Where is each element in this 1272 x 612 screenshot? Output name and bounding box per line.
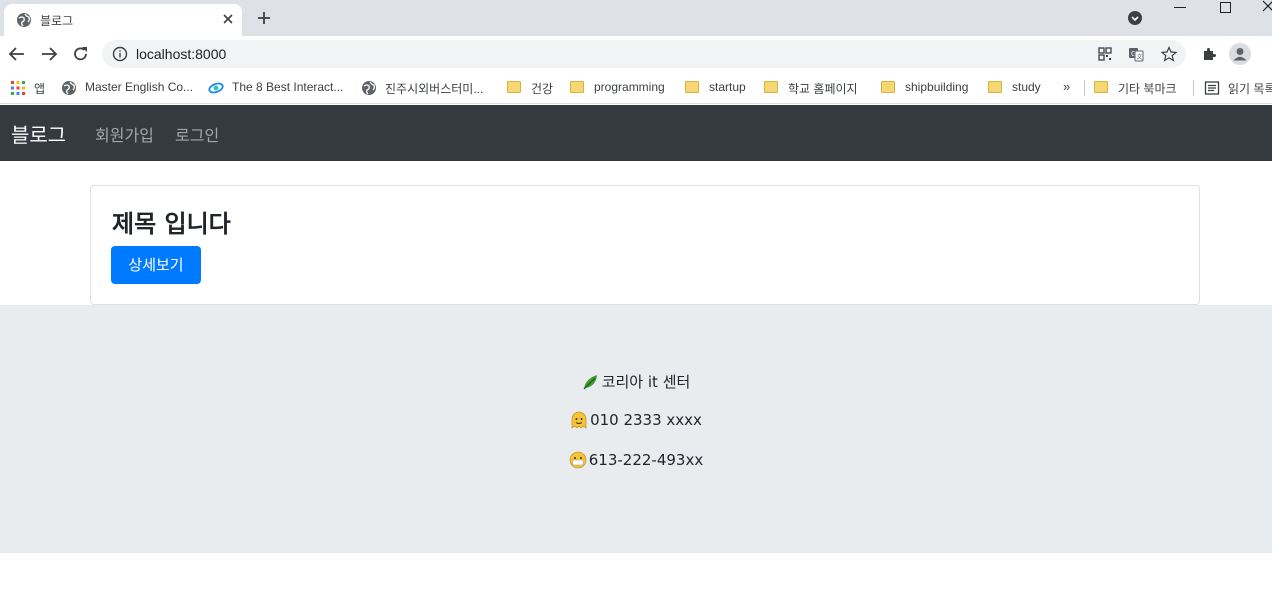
bookmark-label: The 8 Best Interact...: [232, 80, 344, 94]
apps-grid-icon: [11, 81, 25, 95]
bookmark-label: 진주시외버스터미...: [385, 82, 484, 96]
site-footer: 코리아 it 센터 010 2333 xxxx 613-222-493xx: [0, 305, 1272, 553]
mask-face-icon: [569, 451, 587, 469]
site-navbar: 블로그 회원가입 로그인: [0, 105, 1272, 161]
bookmark-label: programming: [594, 80, 665, 94]
bookmark-label: Master English Co...: [85, 80, 194, 94]
site-info-icon[interactable]: [112, 46, 128, 62]
globe-icon: [362, 81, 376, 95]
folder-icon: [764, 81, 778, 93]
bookmark-label: 읽기 목록: [1228, 82, 1272, 96]
bookmark-star-icon[interactable]: [1161, 46, 1177, 62]
reload-icon[interactable]: [72, 45, 90, 63]
post-card: 제목 입니다 상세보기: [90, 185, 1200, 305]
url-text: localhost:8000: [136, 46, 227, 62]
bookmarks-bar: 앱 Master English Co... The 8 Best Intera…: [0, 72, 1272, 104]
profile-avatar[interactable]: [1229, 43, 1251, 65]
ghost-face-icon: [571, 411, 587, 429]
extensions-icon[interactable]: [1201, 46, 1217, 62]
window-close-icon[interactable]: [1262, 0, 1272, 14]
nav-link-login[interactable]: 로그인: [175, 122, 219, 146]
tab-title: 블로그: [40, 14, 74, 28]
bookmark-separator: [1084, 80, 1085, 96]
folder-icon: [507, 81, 521, 93]
bookmark-separator: [1193, 80, 1194, 96]
browser-toolbar: localhost:8000 G文: [0, 36, 1272, 72]
tab-strip: 블로그: [0, 0, 1272, 36]
post-title: 제목 입니다: [112, 210, 231, 238]
footer-phone: 010 2333 xxxx: [590, 411, 702, 429]
address-bar[interactable]: localhost:8000 G文: [102, 40, 1186, 68]
close-tab-icon[interactable]: [220, 11, 236, 27]
bookmark-label: study: [1012, 80, 1041, 94]
bookmark-label: 앱: [34, 82, 46, 96]
bookmark-label: 건강: [531, 82, 554, 96]
footer-company: 코리아 it 센터: [601, 373, 691, 391]
bookmark-label: shipbuilding: [905, 80, 969, 94]
new-tab-icon[interactable]: [256, 10, 272, 26]
globe-icon: [62, 81, 76, 95]
site-icon: [208, 82, 224, 94]
footer-fax: 613-222-493xx: [588, 451, 704, 469]
footer-phone-line: 010 2333 xxxx: [0, 411, 1272, 429]
folder-icon: [570, 81, 584, 93]
nav-link-signup[interactable]: 회원가입: [95, 122, 154, 146]
translate-icon[interactable]: G文: [1128, 46, 1144, 62]
globe-icon: [17, 13, 31, 27]
minimize-icon[interactable]: [1174, 7, 1186, 8]
browser-tab[interactable]: 블로그: [4, 4, 242, 36]
bookmark-label: startup: [709, 80, 746, 94]
forward-icon[interactable]: [40, 45, 58, 63]
footer-fax-line: 613-222-493xx: [0, 451, 1272, 469]
reading-list-icon: [1204, 81, 1220, 95]
maximize-icon[interactable]: [1220, 2, 1231, 13]
back-icon[interactable]: [8, 45, 26, 63]
svg-text:文: 文: [1137, 53, 1143, 61]
tab-search-icon[interactable]: [1127, 10, 1143, 26]
person-icon: [1233, 48, 1247, 61]
qr-code-icon[interactable]: [1097, 46, 1113, 62]
detail-button[interactable]: 상세보기: [111, 246, 201, 284]
folder-icon: [881, 81, 895, 93]
bookmark-label: 학교 홈페이지: [788, 82, 858, 96]
footer-company-line: 코리아 it 센터: [0, 371, 1272, 392]
folder-icon: [1094, 81, 1108, 93]
navbar-brand[interactable]: 블로그: [11, 119, 66, 148]
leaf-icon: [583, 375, 597, 390]
bookmarks-overflow-button[interactable]: »: [1063, 79, 1070, 99]
folder-icon: [685, 81, 699, 93]
bookmark-label: 기타 북마크: [1118, 82, 1177, 96]
folder-icon: [988, 81, 1002, 93]
